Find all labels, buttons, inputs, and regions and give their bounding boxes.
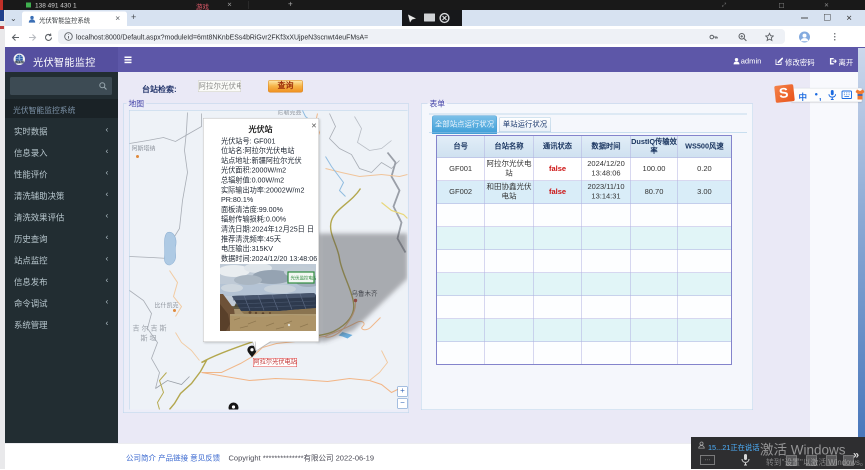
svg-text:比什凯克: 比什凯克 bbox=[155, 302, 179, 310]
svg-text:光伏监控电站: 光伏监控电站 bbox=[291, 275, 317, 282]
svg-text:尼勒克县: 尼勒克县 bbox=[278, 111, 302, 117]
svg-text:斯坦: 斯坦 bbox=[141, 334, 159, 343]
svg-text:吉尔吉斯: 吉尔吉斯 bbox=[133, 324, 169, 333]
svg-text:阿斯塔纳: 阿斯塔纳 bbox=[132, 145, 156, 153]
